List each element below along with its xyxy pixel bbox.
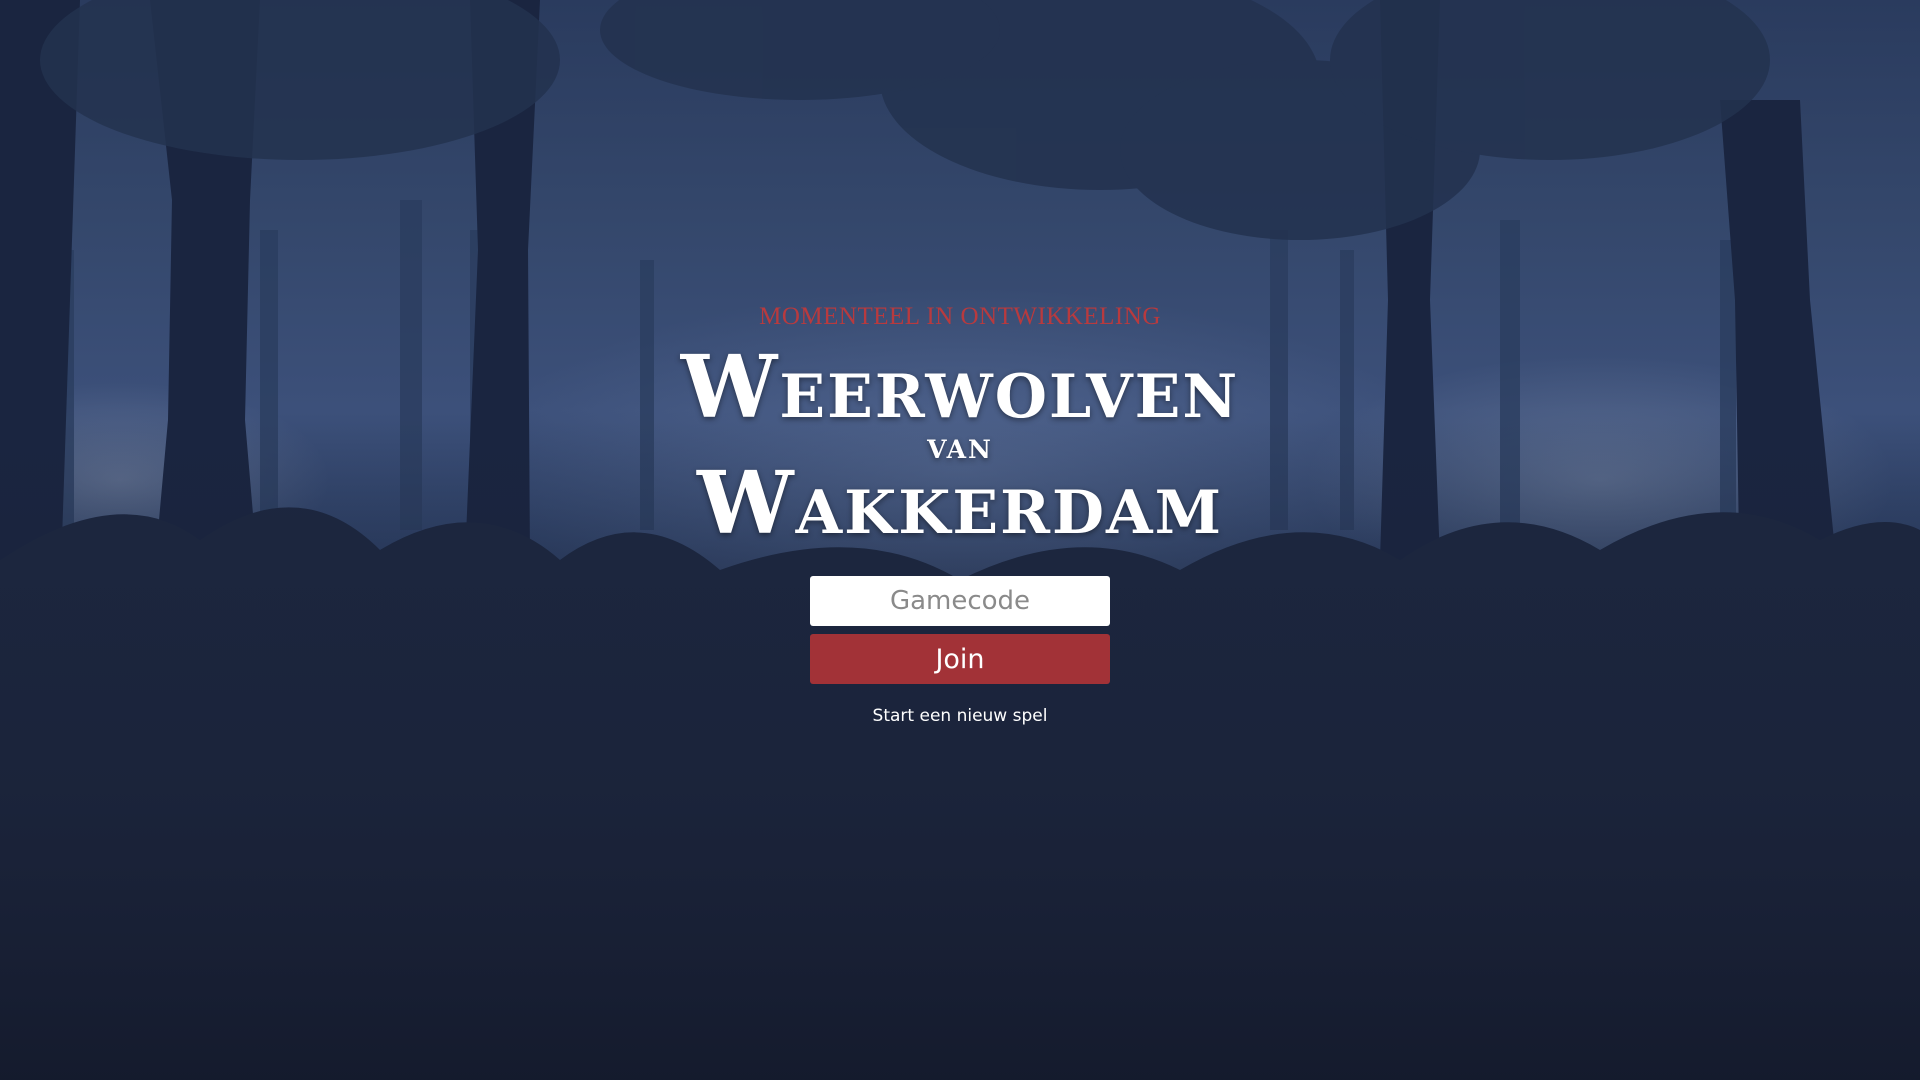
title-line-1: Weerwolven: [680, 337, 1240, 438]
title-line-3: Wakkerdam: [696, 453, 1224, 554]
join-form: Join: [810, 576, 1110, 684]
start-new-game-link[interactable]: Start een nieuw spel: [873, 706, 1048, 726]
landing-panel: MOMENTEEL IN ONTWIKKELING Weerwolven van…: [0, 300, 1920, 726]
join-button[interactable]: Join: [810, 634, 1110, 684]
development-status-label: MOMENTEEL IN ONTWIKKELING: [759, 303, 1161, 330]
gamecode-input[interactable]: [810, 576, 1110, 626]
game-title: Weerwolven van Wakkerdam: [680, 337, 1240, 554]
